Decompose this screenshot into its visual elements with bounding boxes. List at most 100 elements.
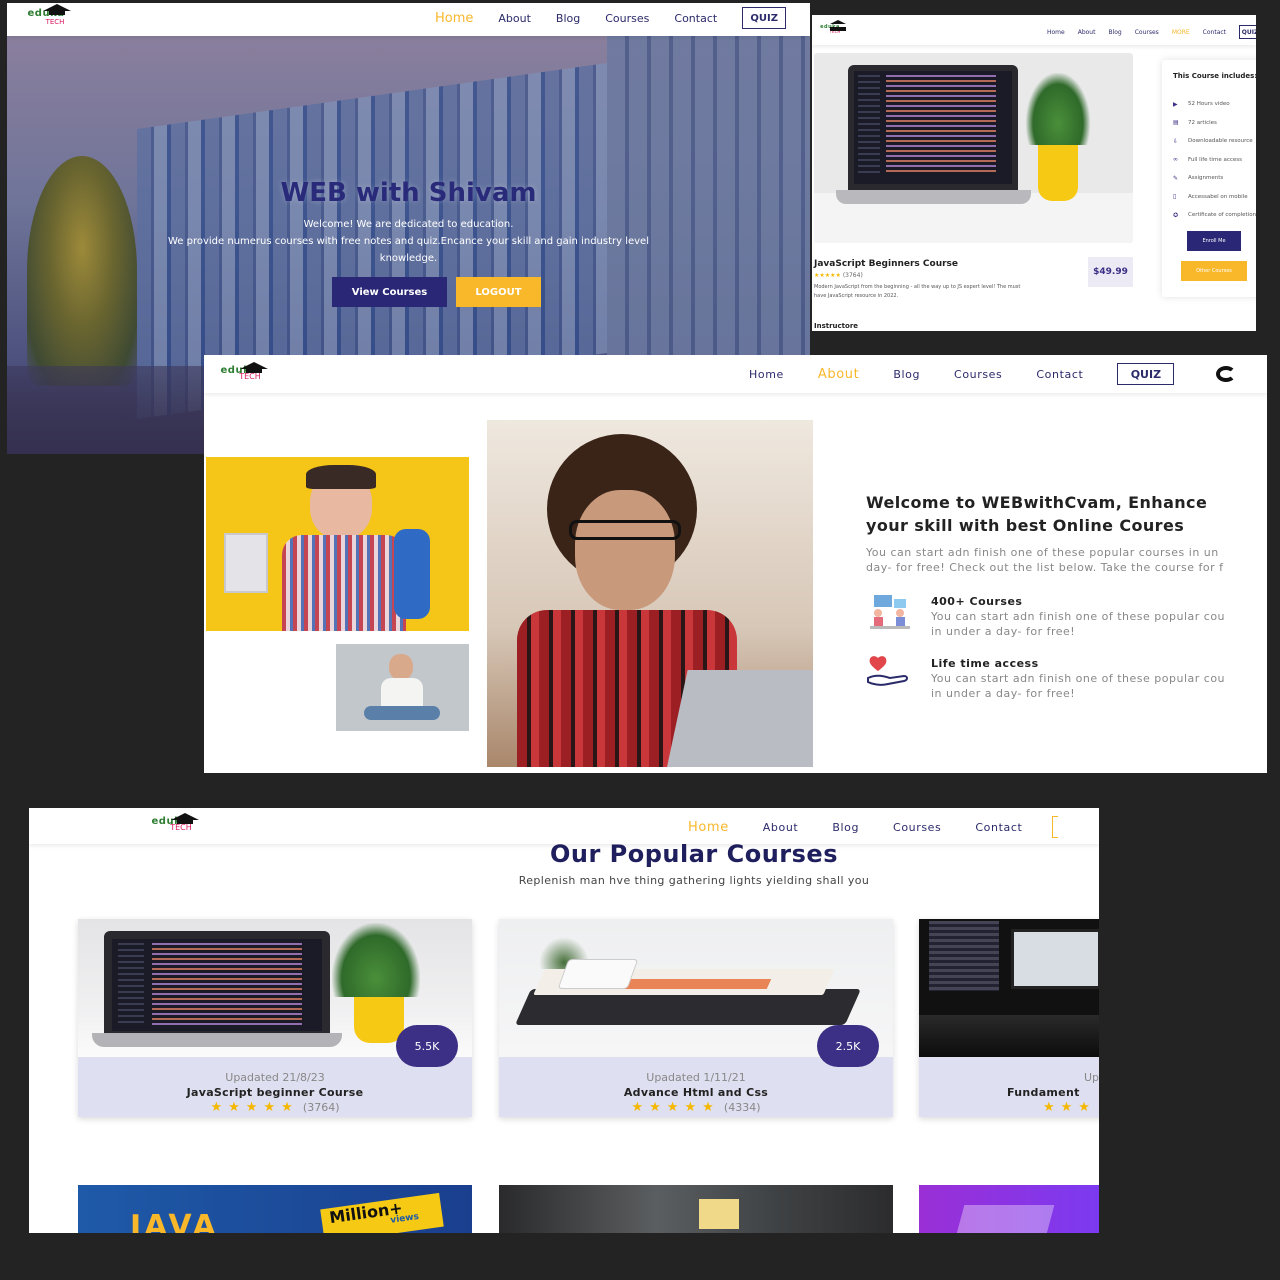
hero-line-2: We provide numerus courses with free not… <box>168 236 649 247</box>
person-head <box>389 654 413 680</box>
feature-title-courses: 400+ Courses <box>931 595 1023 608</box>
course-card-bottom[interactable] <box>499 1185 893 1233</box>
include-item: ✪ Certificate of completion <box>1173 206 1256 225</box>
nav-about[interactable]: About <box>1078 29 1096 36</box>
nav-courses[interactable]: Courses <box>1135 29 1159 36</box>
laptop-base <box>92 1033 342 1047</box>
nav-contact[interactable]: Contact <box>1036 368 1083 381</box>
course-updated: Upadated 21/8/23 <box>225 1071 325 1084</box>
about-heading: Welcome to WEBwithCvam, Enhance your ski… <box>866 491 1267 537</box>
desc-line-1: Modern JavaScript from the beginning - a… <box>814 284 1021 290</box>
nav-about[interactable]: About <box>818 367 859 382</box>
feature-desc-lifetime: You can start adn finish one of these po… <box>931 671 1225 701</box>
include-text: Downloadable resource <box>1188 138 1253 145</box>
about-heading-line-2: your skill with best Online Coures <box>866 516 1185 535</box>
enrolled-badge: 2.5K <box>817 1025 879 1067</box>
enroll-button[interactable]: Enroll Me <box>1187 231 1241 251</box>
video-icon: ▶ <box>1173 100 1178 108</box>
monitor <box>1011 929 1099 989</box>
other-courses-button[interactable]: Other Courses <box>1181 261 1247 281</box>
course-card[interactable]: 5.5K Upadated 21/8/23 JavaScript beginne… <box>78 919 472 1117</box>
include-item: ⇩ Downloadable resource <box>1173 132 1256 151</box>
feature-desc-line-1: You can start adn finish one of these po… <box>931 672 1226 685</box>
java-course-card[interactable]: JAVA Million+ views <box>78 1185 472 1233</box>
include-item: ▯ Accessabel on mobile <box>1173 188 1256 207</box>
nav-about[interactable]: About <box>763 821 799 834</box>
nav-home[interactable]: Home <box>435 11 473 26</box>
course-title[interactable]: Advance Html and Css <box>499 1086 893 1099</box>
include-text: Accessabel on mobile <box>1188 193 1248 200</box>
nav-home[interactable]: Home <box>749 368 784 381</box>
million-badge: Million+ views <box>320 1192 444 1233</box>
course-card-bottom[interactable] <box>919 1185 1099 1233</box>
download-icon: ⇩ <box>1173 137 1179 145</box>
nav-courses[interactable]: Courses <box>954 368 1002 381</box>
star-rating: ★★★★★ <box>631 1100 720 1115</box>
brand-logo[interactable]: eduka TECH <box>21 4 71 26</box>
about-screenshot: eduka TECH Home About Blog Courses Conta… <box>204 355 1267 773</box>
course-updated: Upadated 1/11/21 <box>646 1071 746 1084</box>
nav-contact[interactable]: Contact <box>1203 29 1226 36</box>
nav-about[interactable]: About <box>498 12 531 25</box>
person-hair <box>306 465 376 489</box>
nav-courses[interactable]: Courses <box>605 12 649 25</box>
assignment-icon: ✎ <box>1173 174 1179 182</box>
include-text: 52 Hours video <box>1188 101 1230 108</box>
brand-logo[interactable]: eduka TECH <box>141 813 199 832</box>
nav-blog[interactable]: Blog <box>832 821 859 834</box>
quiz-button[interactable]: QUIZ <box>1239 25 1256 39</box>
star-rating: ★★★★★ <box>210 1100 299 1115</box>
desk <box>919 1015 1099 1057</box>
nav-more[interactable]: MORE <box>1172 29 1190 36</box>
nav-courses[interactable]: Courses <box>893 821 941 834</box>
course-updated: Upada <box>1084 1071 1099 1084</box>
certificate-icon: ✪ <box>1173 211 1179 219</box>
quiz-button[interactable]: QUIZ <box>742 7 787 29</box>
sticky-note <box>699 1199 739 1229</box>
course-rating: ★★★★★ (3764) <box>78 1100 472 1115</box>
course-title[interactable]: JavaScript beginner Course <box>78 1086 472 1099</box>
man-shrug-photo <box>336 644 469 731</box>
hero-description: Welcome! We are dedicated to education. … <box>7 216 810 267</box>
logo-subtext: TECH <box>239 372 261 381</box>
woman-laptop-photo <box>487 420 813 767</box>
course-card[interactable]: 2.5K Upadated 1/11/21 Advance Html and C… <box>499 919 893 1117</box>
nav-blog[interactable]: Blog <box>556 12 580 25</box>
laptop-base <box>836 190 1031 204</box>
course-card[interactable]: Upada Fundament ★★★ <box>919 919 1099 1117</box>
glasses-icon <box>569 520 681 540</box>
course-card-image <box>919 919 1099 1057</box>
feature-desc-line-2: in under a day- for free! <box>931 625 1076 638</box>
course-stars: ★★★★★ (3764) <box>814 272 863 279</box>
monitor-code <box>929 921 999 991</box>
course-title: JavaScript Beginners Course <box>814 259 959 269</box>
nav-home[interactable]: Home <box>1047 29 1065 36</box>
star-rating: ★★★★★ <box>814 272 841 279</box>
desc-line-2: have JavaScript resource in 2022. <box>814 293 899 299</box>
logout-button[interactable]: LOGOUT <box>456 277 541 307</box>
toggle-icon[interactable] <box>1216 366 1237 382</box>
quiz-button[interactable]: QUIZ <box>1117 363 1175 385</box>
course-title[interactable]: Fundament <box>1007 1086 1080 1099</box>
quiz-button[interactable] <box>1052 816 1059 838</box>
course-description: Modern JavaScript from the beginning - a… <box>814 283 1020 301</box>
woman-face <box>575 490 675 610</box>
nav-contact[interactable]: Contact <box>674 12 717 25</box>
nav-home[interactable]: Home <box>688 820 729 835</box>
article-icon: ▤ <box>1173 119 1179 127</box>
nav-blog[interactable]: Blog <box>893 368 920 381</box>
popular-courses-screenshot: eduka TECH Home About Blog Courses Conta… <box>29 808 1099 1233</box>
about-paragraph: You can start adn finish one of these po… <box>866 545 1223 575</box>
nav-blog[interactable]: Blog <box>1108 29 1121 36</box>
code-editor <box>112 939 322 1031</box>
graduation-cap-icon <box>43 4 71 15</box>
brand-logo[interactable]: eduka TECH <box>814 20 846 34</box>
nav-contact[interactable]: Contact <box>975 821 1022 834</box>
book-spine <box>616 979 772 989</box>
course-includes-panel: This Course includes: ▶ 52 Hours video ▤ 72… <box>1162 60 1256 297</box>
java-text: JAVA <box>130 1209 219 1233</box>
enrolled-badge: 5.5K <box>396 1025 458 1067</box>
brand-logo[interactable]: eduka TECH <box>210 362 268 381</box>
view-courses-button[interactable]: View Courses <box>332 277 447 307</box>
include-item: ∞ Full life time access <box>1173 151 1256 170</box>
